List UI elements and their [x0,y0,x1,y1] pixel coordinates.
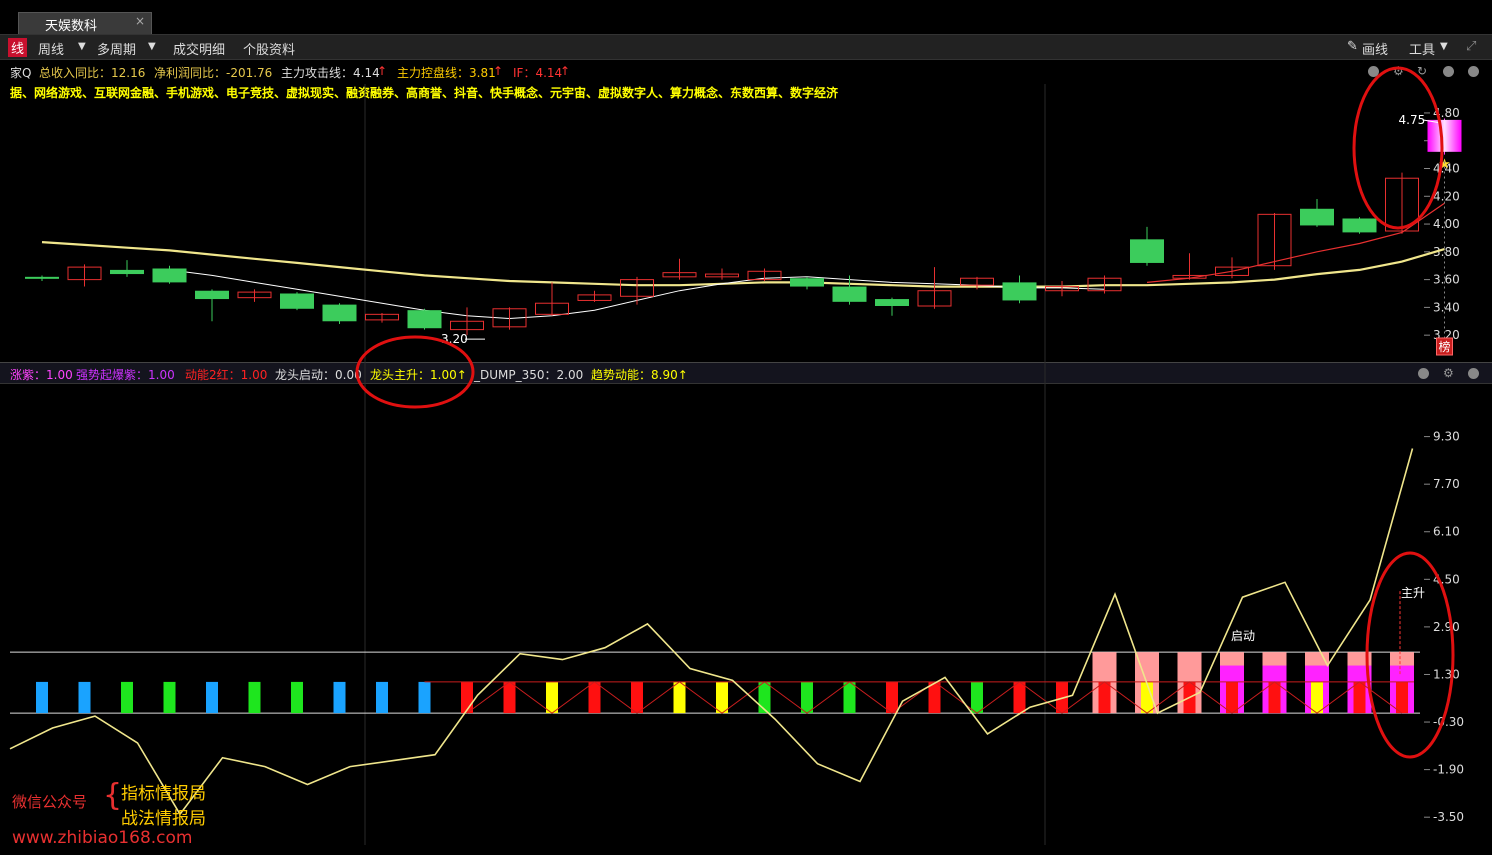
indicator-bar [546,681,558,714]
momentum-line [9,448,1414,816]
candle-body [280,293,314,309]
indicator-bar [971,681,983,714]
indicator-bar [716,681,728,714]
y-tick-label: 3.60 [1433,273,1460,287]
indicator-bar [1268,681,1281,714]
chart-canvas: 4.804.604.404.204.003.803.603.403.203.20… [9,66,1464,845]
y-tick-label: -1.90 [1433,763,1464,777]
indicator-bar [1353,681,1366,714]
watermark-label: 微信公众号 [12,793,88,811]
y-tick-label: 2.90 [1433,620,1460,634]
indicator-bar [843,681,856,714]
indicator-bar [248,681,261,714]
candle-body [1002,282,1037,301]
watermark-line1: 指标情报局 [121,784,206,804]
indicator-bar [78,681,91,714]
high-price-label: 4.75 [1399,113,1426,127]
candle-body [110,269,144,275]
indicator-bar [801,681,813,714]
y-tick-label: 9.30 [1433,430,1460,444]
candle-body [322,304,357,322]
indicator-bar [1311,681,1323,714]
indicator-bar [333,681,346,714]
indicator-bar [1098,681,1111,714]
indicator-bar [163,681,176,714]
ma-long-line [41,241,1445,288]
indicator-bar [36,681,48,714]
y-tick-label: 6.10 [1433,525,1460,539]
indicator-bar [928,681,941,714]
y-tick-label: 3.40 [1433,300,1460,314]
brace-icon: { [103,778,123,813]
y-tick-label: 4.00 [1433,217,1460,231]
candle-body [1300,208,1334,226]
indicator-bar [588,681,601,714]
candle-body [407,310,442,329]
indicator-bar [376,681,388,714]
indicator-bar [291,681,303,714]
candle-body [152,268,187,283]
watermark-url: www.zhibiao168.com [12,828,193,848]
candle-body [1342,218,1377,233]
indicator-bar [631,681,643,714]
indicator-bar [206,681,218,714]
indicator-bar [418,681,431,714]
indicator-bar [1226,681,1238,714]
indicator-bar [886,681,898,714]
candle-body [25,276,59,279]
low-price-label: 3.20 [441,332,468,346]
indicator-bar [461,681,473,714]
candle-body [1427,119,1462,152]
ma-red-line [1146,202,1445,283]
y-tick-label: -3.50 [1433,810,1464,824]
candle-body [875,299,909,306]
candle-body [1130,239,1164,263]
candle-body [195,290,229,300]
indicator-bar [1013,681,1026,714]
annotation-circle [355,335,475,409]
indicator-bar [1396,681,1408,714]
y-tick-label: 1.30 [1433,667,1460,681]
y-tick-label: -0.30 [1433,715,1464,729]
indicator-bar [503,681,516,714]
candle-body [832,286,867,302]
rank-badge-text: 榜 [1438,339,1450,354]
indicator-bar [673,681,686,714]
rise-label: 主升 [1401,586,1425,600]
start-label: 启动 [1231,629,1255,643]
y-tick-label: 4.20 [1433,189,1460,203]
watermark-line2: 战法情报局 [121,809,206,829]
y-tick-label: 7.70 [1433,477,1460,491]
candle-body [790,278,824,287]
indicator-bar [121,681,133,714]
indicator-bar [758,681,771,714]
